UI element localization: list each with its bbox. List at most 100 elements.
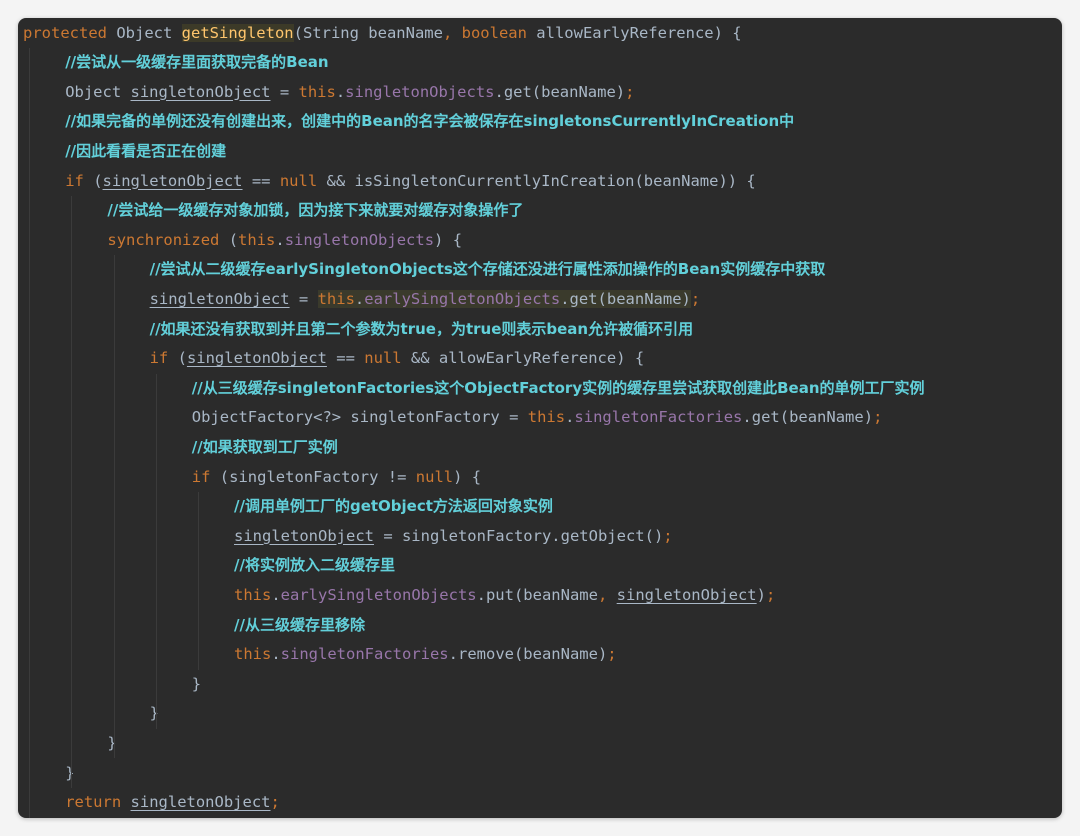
keyword-token: this xyxy=(527,408,566,427)
keyword-token: ; xyxy=(873,408,883,427)
code-token: ( xyxy=(168,349,187,368)
keyword-token: this xyxy=(317,289,355,308)
indent-guide xyxy=(113,255,115,759)
code-line[interactable]: //尝试从一级缓存里面获取完备的Bean xyxy=(65,48,328,78)
code-token: .get(beanName) xyxy=(494,82,626,101)
comment-text: //如果获取到工厂实例 xyxy=(191,437,338,456)
code-editor[interactable]: protected Object getSingleton(String bea… xyxy=(18,18,1062,818)
code-token: == xyxy=(326,349,365,368)
code-token: (String beanName xyxy=(293,23,443,42)
code-token: && isSingletonCurrentlyInCreation(beanNa… xyxy=(317,171,756,190)
code-line[interactable]: Object singletonObject = this.singletonO… xyxy=(65,78,634,108)
code-token: } xyxy=(65,763,75,782)
comment-text: //调用单例工厂的getObject方法返回对象实例 xyxy=(234,497,553,516)
code-line[interactable]: this.earlySingletonObjects.put(beanName,… xyxy=(234,581,775,611)
keyword-token: if xyxy=(65,171,84,190)
comment-text: //尝试从二级缓存earlySingletonObjects这个存储还没进行属性… xyxy=(149,260,826,279)
code-token: ) { xyxy=(434,230,463,249)
code-line[interactable]: } xyxy=(107,729,116,759)
field-token: singletonFactories xyxy=(280,645,449,664)
code-token: .get(beanName) xyxy=(742,408,874,427)
keyword-token: boolean xyxy=(461,23,527,42)
code-line[interactable]: //将实例放入二级缓存里 xyxy=(234,551,395,581)
code-line[interactable]: //因此看看是否正在创建 xyxy=(65,137,226,167)
code-token: } xyxy=(191,674,202,693)
code-token: allowEarlyReference) { xyxy=(526,23,742,42)
comment-text: //如果还没有获取到并且第二个参数为true，为true则表示bean允许被循环… xyxy=(149,319,694,338)
code-token: } xyxy=(149,704,159,723)
keyword-token: null xyxy=(364,349,402,368)
code-line[interactable]: //尝试从二级缓存earlySingletonObjects这个存储还没进行属性… xyxy=(150,255,826,285)
keyword-token: ; xyxy=(270,793,280,812)
code-token: (singletonFactory != xyxy=(210,467,416,486)
code-token: = xyxy=(289,289,318,308)
code-token: = singletonFactory.getObject() xyxy=(373,526,664,545)
variable-token: singletonObject xyxy=(186,349,327,368)
code-line[interactable]: if (singletonObject == null && allowEarl… xyxy=(150,344,645,374)
code-line[interactable]: //如果获取到工厂实例 xyxy=(192,433,338,463)
code-line[interactable]: singletonObject = singletonFactory.getOb… xyxy=(234,522,673,552)
keyword-token: protected xyxy=(23,23,107,42)
keyword-token: , xyxy=(442,23,453,42)
variable-token: singletonObject xyxy=(149,289,290,308)
code-line[interactable]: } xyxy=(150,699,159,729)
code-token: ( xyxy=(83,171,103,190)
comment-text: //将实例放入二级缓存里 xyxy=(234,556,395,575)
variable-token: singletonObject xyxy=(130,82,271,101)
code-token: == xyxy=(242,171,280,190)
code-line[interactable]: } xyxy=(192,670,201,700)
variable-token: singletonObject xyxy=(616,585,757,604)
keyword-token: ; xyxy=(625,82,635,101)
code-line[interactable]: ObjectFactory<?> singletonFactory = this… xyxy=(192,403,883,433)
code-line[interactable]: } xyxy=(65,759,74,789)
code-line[interactable]: protected Object getSingleton(String bea… xyxy=(23,19,742,49)
comment-text: //如果完备的单例还没有创建出来，创建中的Bean的名字会被保存在singlet… xyxy=(65,112,795,131)
code-token: .get(beanName) xyxy=(560,289,691,308)
keyword-token: this xyxy=(238,230,276,249)
keyword-token: if xyxy=(149,349,169,368)
code-token: = xyxy=(270,82,299,101)
comment-text: //尝试给一级缓存对象加锁，因为接下来就要对缓存对象操作了 xyxy=(107,201,524,220)
code-line[interactable]: //如果完备的单例还没有创建出来，创建中的Bean的名字会被保存在singlet… xyxy=(65,107,794,137)
keyword-token: synchronized xyxy=(107,230,220,249)
comment-text: //尝试从一级缓存里面获取完备的Bean xyxy=(65,53,329,72)
code-token: . xyxy=(335,82,346,101)
keyword-token: ; xyxy=(607,645,617,664)
keyword-token: this xyxy=(298,82,336,101)
variable-token: singletonObject xyxy=(130,793,271,812)
code-line[interactable]: singletonObject = this.earlySingletonObj… xyxy=(149,285,700,315)
code-line[interactable]: //如果还没有获取到并且第二个参数为true，为true则表示bean允许被循环… xyxy=(150,315,694,345)
code-token: .remove(beanName) xyxy=(448,645,608,664)
method-name-token: getSingleton xyxy=(181,23,294,42)
code-line[interactable]: //尝试给一级缓存对象加锁，因为接下来就要对缓存对象操作了 xyxy=(107,196,523,226)
keyword-token: return xyxy=(65,793,122,812)
indent-guide xyxy=(71,196,73,789)
code-line[interactable]: //从三级缓存singletonFactories这个ObjectFactory… xyxy=(192,374,925,404)
field-token: earlySingletonObjects xyxy=(364,289,561,308)
field-token: singletonObjects xyxy=(345,82,495,101)
variable-token: singletonObject xyxy=(234,526,374,545)
code-line[interactable]: //调用单例工厂的getObject方法返回对象实例 xyxy=(234,492,553,522)
code-line[interactable]: this.singletonFactories.remove(beanName)… xyxy=(234,640,617,670)
code-line[interactable]: synchronized (this.singletonObjects) { xyxy=(107,226,462,256)
code-token: . xyxy=(275,230,285,249)
indent-guide xyxy=(29,48,31,818)
comment-text: //因此看看是否正在创建 xyxy=(65,141,227,160)
code-token: Object xyxy=(65,82,131,101)
keyword-token: null xyxy=(279,171,318,190)
code-token: ) xyxy=(756,585,766,604)
comment-text: //从三级缓存singletonFactories这个ObjectFactory… xyxy=(191,378,925,397)
code-line[interactable]: if (singletonObject == null && isSinglet… xyxy=(65,167,756,197)
keyword-token: null xyxy=(415,467,454,486)
code-token: ObjectFactory<?> singletonFactory = xyxy=(191,408,528,427)
code-line[interactable]: if (singletonFactory != null) { xyxy=(192,463,481,493)
code-token: ) { xyxy=(453,467,482,486)
code-line[interactable]: return singletonObject; xyxy=(65,788,280,818)
field-token: singletonFactories xyxy=(574,408,743,427)
code-token: } xyxy=(107,733,117,752)
code-token: . xyxy=(271,645,281,664)
code-line[interactable]: //从三级缓存里移除 xyxy=(234,611,365,641)
